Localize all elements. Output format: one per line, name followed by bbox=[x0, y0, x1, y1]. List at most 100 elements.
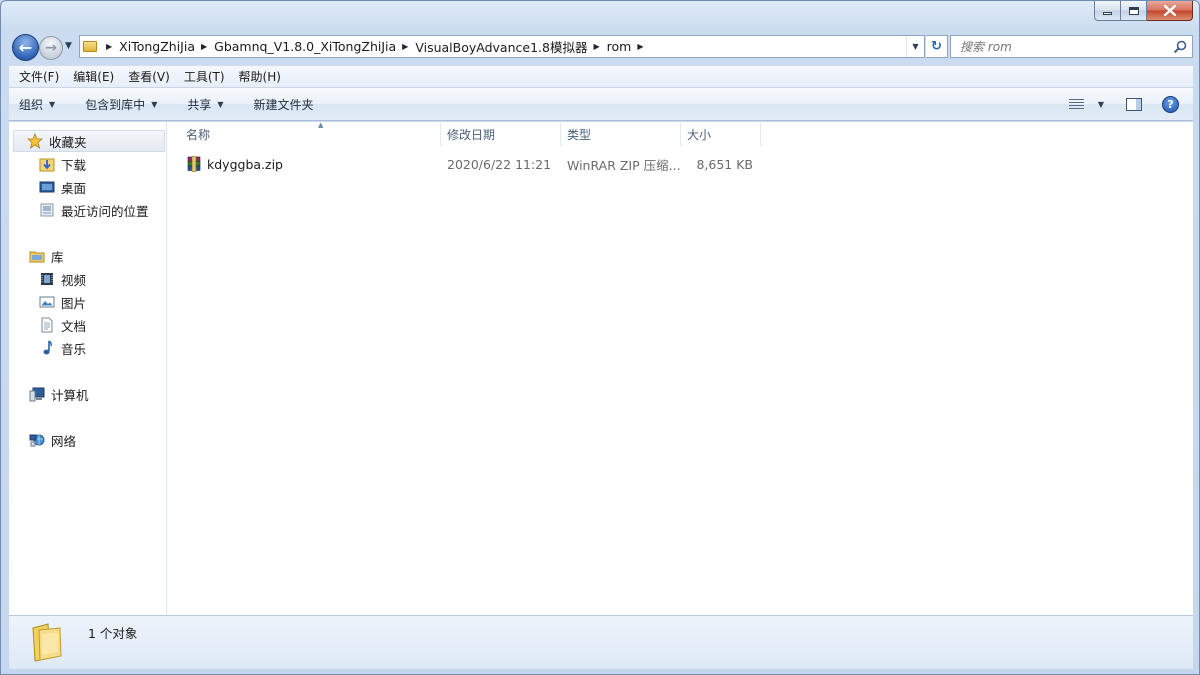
sidebar-item-videos[interactable]: 视频 bbox=[39, 268, 86, 290]
desktop-icon bbox=[39, 179, 55, 195]
folder-icon bbox=[32, 623, 62, 662]
picture-icon bbox=[39, 294, 55, 310]
video-icon bbox=[39, 271, 55, 287]
file-name: kdyggba.zip bbox=[207, 156, 283, 172]
download-folder-icon bbox=[39, 156, 55, 172]
breadcrumb-chevron-icon[interactable]: ▶ bbox=[195, 42, 214, 51]
menu-help[interactable]: 帮助(H) bbox=[232, 68, 288, 85]
sidebar-item-documents[interactable]: 文档 bbox=[39, 314, 86, 336]
column-header-label: 修改日期 bbox=[447, 128, 496, 142]
command-bar-right: ▼ ? bbox=[1068, 88, 1193, 121]
breadcrumb-chevron-icon[interactable]: ▶ bbox=[631, 42, 650, 51]
address-bar[interactable]: ▶ XiTongZhiJia ▶ Gbamnq_V1.8.0_XiTongZhi… bbox=[79, 35, 925, 58]
menu-file[interactable]: 文件(F) bbox=[12, 68, 66, 85]
sidebar-item-recent-places[interactable]: 最近访问的位置 bbox=[39, 199, 149, 221]
recent-places-icon bbox=[39, 202, 55, 218]
maximize-button[interactable] bbox=[1121, 1, 1147, 21]
music-note-icon bbox=[39, 340, 55, 356]
recent-pages-button[interactable]: ▼ bbox=[65, 41, 72, 51]
breadcrumb-item[interactable]: XiTongZhiJia bbox=[119, 39, 195, 54]
table-row[interactable]: kdyggba.zip 2020/6/22 11:21 WinRAR ZIP 压… bbox=[168, 152, 768, 176]
sidebar-item-label: 网络 bbox=[51, 433, 77, 449]
maximize-icon bbox=[1128, 6, 1139, 15]
sort-ascending-icon: ▲ bbox=[318, 121, 324, 129]
breadcrumb-chevron-icon[interactable]: ▶ bbox=[396, 42, 415, 51]
content-area: 收藏夹 下载 桌面 最近访问的位置 库 视频 图片 文档 音乐 计算机 网络 名… bbox=[9, 121, 1193, 615]
navigation-pane[interactable]: 收藏夹 下载 桌面 最近访问的位置 库 视频 图片 文档 音乐 计算机 网络 bbox=[9, 122, 167, 615]
computer-icon bbox=[29, 386, 45, 402]
close-button[interactable] bbox=[1147, 1, 1193, 21]
winrar-archive-icon bbox=[186, 156, 202, 172]
file-name-cell[interactable]: kdyggba.zip bbox=[186, 152, 441, 176]
preview-pane-button[interactable] bbox=[1126, 98, 1142, 111]
chevron-down-icon: ▼ bbox=[217, 99, 224, 109]
help-icon: ? bbox=[1167, 98, 1174, 111]
minimize-button[interactable] bbox=[1094, 1, 1121, 21]
sidebar-item-downloads[interactable]: 下载 bbox=[39, 153, 86, 175]
sidebar-item-label: 计算机 bbox=[51, 387, 89, 403]
breadcrumb-chevron-icon[interactable]: ▶ bbox=[587, 42, 606, 51]
address-history-dropdown[interactable]: ▼ bbox=[906, 36, 924, 57]
include-library-label: 包含到库中 bbox=[85, 97, 146, 112]
new-folder-button[interactable]: 新建文件夹 bbox=[254, 96, 314, 113]
sidebar-item-desktop[interactable]: 桌面 bbox=[39, 176, 86, 198]
sidebar-item-computer[interactable]: 计算机 bbox=[29, 383, 89, 405]
column-header-size[interactable]: 大小 bbox=[681, 122, 761, 147]
chevron-down-icon: ▼ bbox=[49, 99, 56, 109]
menu-edit[interactable]: 编辑(E) bbox=[66, 68, 121, 85]
search-box[interactable] bbox=[950, 35, 1193, 58]
column-header-modified[interactable]: 修改日期 bbox=[441, 122, 561, 147]
include-in-library-button[interactable]: 包含到库中 ▼ bbox=[85, 96, 157, 113]
menu-view[interactable]: 查看(V) bbox=[121, 68, 177, 85]
help-button[interactable]: ? bbox=[1162, 96, 1179, 113]
address-folder-icon bbox=[80, 36, 100, 57]
menu-bar: 文件(F) 编辑(E) 查看(V) 工具(T) 帮助(H) bbox=[9, 65, 1193, 88]
navigation-row: ← → ▼ ▶ XiTongZhiJia ▶ Gbamnq_V1.8.0_XiT… bbox=[9, 33, 1193, 61]
caption-buttons bbox=[1094, 1, 1193, 21]
file-modified-cell: 2020/6/22 11:21 bbox=[447, 156, 552, 172]
chevron-down-icon: ▼ bbox=[1097, 100, 1104, 109]
sidebar-item-libraries[interactable]: 库 bbox=[29, 245, 64, 267]
breadcrumb-item[interactable]: VisualBoyAdvance1.8模拟器 bbox=[415, 37, 587, 56]
sidebar-item-pictures[interactable]: 图片 bbox=[39, 291, 86, 313]
arrow-right-icon: → bbox=[45, 40, 57, 56]
file-type-cell: WinRAR ZIP 压缩... bbox=[567, 157, 681, 173]
network-icon bbox=[29, 432, 45, 448]
breadcrumb-item[interactable]: Gbamnq_V1.8.0_XiTongZhiJia bbox=[214, 39, 396, 54]
sidebar-item-label: 下载 bbox=[61, 157, 87, 173]
breadcrumb-chevron-icon[interactable]: ▶ bbox=[100, 42, 119, 51]
sidebar-item-label: 最近访问的位置 bbox=[61, 203, 149, 219]
share-button[interactable]: 共享 ▼ bbox=[187, 96, 223, 113]
sidebar-item-music[interactable]: 音乐 bbox=[39, 337, 86, 359]
file-list[interactable]: 名称 ▲ 修改日期 类型 大小 kdyggba.zip 2020/6/22 11… bbox=[168, 121, 1193, 615]
column-header-type[interactable]: 类型 bbox=[561, 122, 681, 147]
column-header-label: 大小 bbox=[687, 128, 712, 142]
organize-label: 组织 bbox=[19, 97, 44, 112]
column-header-name[interactable]: 名称 ▲ bbox=[180, 121, 441, 147]
sidebar-item-network[interactable]: 网络 bbox=[29, 429, 76, 451]
document-icon bbox=[39, 317, 55, 333]
refresh-button[interactable]: ↻ bbox=[926, 35, 948, 58]
refresh-icon: ↻ bbox=[931, 39, 942, 54]
close-icon bbox=[1163, 5, 1176, 16]
sidebar-item-label: 视频 bbox=[61, 272, 87, 288]
forward-button[interactable]: → bbox=[39, 36, 63, 60]
details-pane: 1 个对象 bbox=[9, 615, 1193, 669]
sidebar-item-label: 图片 bbox=[61, 295, 87, 311]
organize-button[interactable]: 组织 ▼ bbox=[19, 96, 55, 113]
sidebar-item-favorites[interactable]: 收藏夹 bbox=[13, 130, 165, 152]
item-count-status: 1 个对象 bbox=[88, 626, 138, 641]
chevron-down-icon: ▼ bbox=[912, 42, 919, 51]
breadcrumb-item[interactable]: rom bbox=[607, 39, 632, 54]
file-size-cell: 8,651 KB bbox=[696, 156, 753, 172]
menu-tools[interactable]: 工具(T) bbox=[177, 68, 232, 85]
chevron-down-icon: ▼ bbox=[65, 41, 72, 51]
back-button[interactable]: ← bbox=[12, 34, 39, 61]
sidebar-item-label: 收藏夹 bbox=[49, 134, 87, 150]
arrow-left-icon: ← bbox=[18, 38, 33, 57]
search-icon[interactable] bbox=[1174, 40, 1187, 53]
sidebar-item-label: 文档 bbox=[61, 318, 87, 334]
star-icon bbox=[27, 133, 43, 149]
change-view-button[interactable]: ▼ bbox=[1068, 99, 1104, 110]
search-input[interactable] bbox=[960, 39, 1160, 54]
